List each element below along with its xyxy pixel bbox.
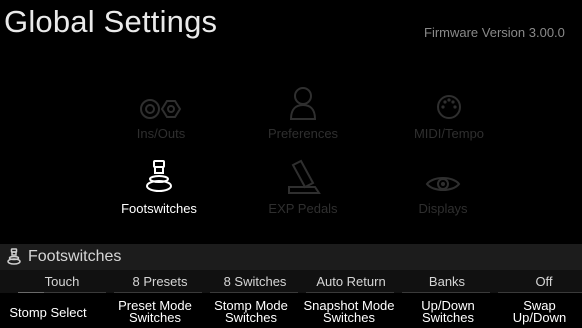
menu-item-label: EXP Pedals (268, 201, 338, 216)
menu-item-label: Preferences (267, 126, 339, 141)
menu-item-label: Ins/Outs (136, 126, 186, 141)
firmware-version: Firmware Version 3.00.0 (424, 25, 565, 40)
menu-item-exp-pedals[interactable]: EXP Pedals (223, 151, 383, 216)
menu-item-midi-tempo[interactable]: MIDI/Tempo (369, 76, 529, 141)
menu-item-label: Displays (418, 201, 468, 216)
setting-value-up-down: Banks (428, 274, 466, 289)
exp-pedal-icon (223, 151, 383, 195)
setting-value-preset-mode: 8 Presets (132, 274, 188, 289)
menu-item-ins-outs[interactable]: Ins/Outs (81, 76, 241, 141)
midi-icon (369, 76, 529, 120)
eye-icon (363, 151, 523, 195)
menu-item-displays[interactable]: Displays (363, 151, 523, 216)
setting-value-swap-up-down: Off (535, 274, 553, 289)
person-icon (223, 76, 383, 120)
section-header: Footswitches (0, 244, 582, 270)
global-settings-screen: Global Settings Firmware Version 3.00.0 … (0, 0, 582, 328)
page-title: Global Settings (4, 4, 218, 39)
settings-buttons-row: Stomp Select Preset Mode Switches Stomp … (0, 293, 582, 328)
setting-value-stomp-select: Touch (44, 274, 80, 289)
snapshot-mode-switches-button[interactable]: Snapshot Mode Switches (299, 299, 399, 324)
menu-item-label: Footswitches (121, 201, 197, 216)
menu-item-preferences[interactable]: Preferences (223, 76, 383, 141)
menu-item-label: MIDI/Tempo (413, 126, 485, 141)
stomp-mode-switches-button[interactable]: Stomp Mode Switches (203, 299, 299, 324)
swap-up-down-button[interactable]: Swap Up/Down (497, 299, 582, 324)
up-down-switches-button[interactable]: Up/Down Switches (400, 299, 496, 324)
preset-mode-switches-button[interactable]: Preset Mode Switches (107, 299, 203, 324)
io-jacks-icon (81, 76, 241, 120)
section-title: Footswitches (28, 248, 122, 265)
setting-value-stomp-mode: 8 Switches (223, 274, 287, 289)
menu-item-footswitches[interactable]: Footswitches (79, 151, 239, 216)
setting-value-snapshot-mode: Auto Return (316, 274, 386, 289)
stomp-select-button[interactable]: Stomp Select (0, 306, 96, 319)
footswitch-icon (79, 151, 239, 195)
footswitch-icon (6, 248, 22, 271)
